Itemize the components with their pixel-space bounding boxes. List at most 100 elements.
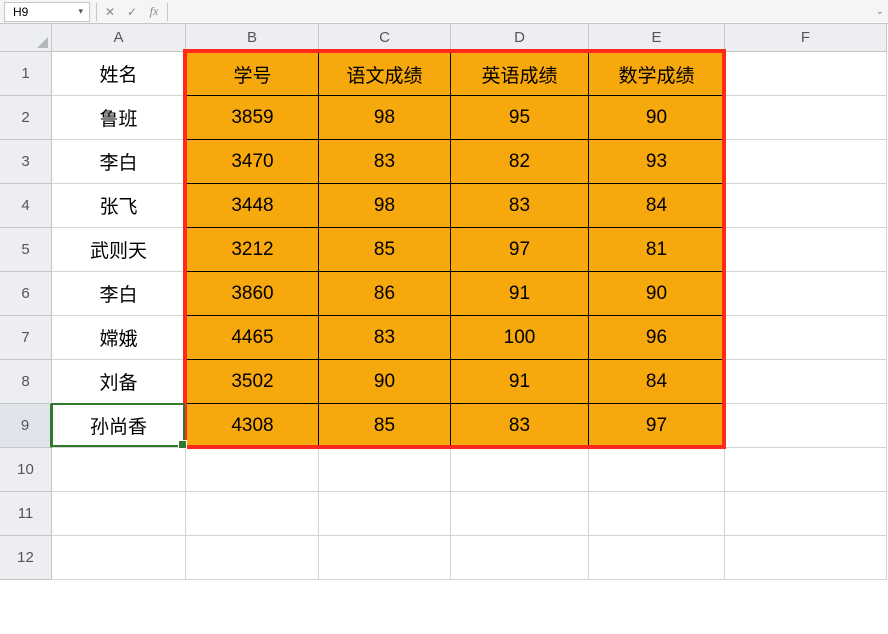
cell[interactable]: 95 xyxy=(451,96,589,140)
row-header[interactable]: 11 xyxy=(0,492,52,536)
row-header[interactable]: 7 xyxy=(0,316,52,360)
cell[interactable] xyxy=(52,448,186,492)
cell[interactable]: 刘备 xyxy=(52,360,186,404)
cell[interactable]: 96 xyxy=(589,316,725,360)
column-header[interactable]: C xyxy=(319,24,451,52)
cell-reference-input[interactable] xyxy=(11,4,61,20)
row-header[interactable]: 2 xyxy=(0,96,52,140)
cell[interactable] xyxy=(589,448,725,492)
cell-grid[interactable]: 姓名学号语文成绩英语成绩数学成绩鲁班3859989590李白3470838293… xyxy=(52,52,887,580)
cell[interactable]: 85 xyxy=(319,404,451,448)
cell[interactable]: 嫦娥 xyxy=(52,316,186,360)
column-header[interactable]: A xyxy=(52,24,186,52)
column-header[interactable]: F xyxy=(725,24,887,52)
cell[interactable]: 86 xyxy=(319,272,451,316)
cell[interactable] xyxy=(52,536,186,580)
cell[interactable]: 100 xyxy=(451,316,589,360)
row-header[interactable]: 4 xyxy=(0,184,52,228)
cell[interactable]: 学号 xyxy=(186,52,319,96)
cell[interactable] xyxy=(725,448,887,492)
cell[interactable] xyxy=(186,536,319,580)
cell[interactable] xyxy=(589,536,725,580)
row-header[interactable]: 10 xyxy=(0,448,52,492)
cell[interactable]: 语文成绩 xyxy=(319,52,451,96)
cell[interactable]: 98 xyxy=(319,96,451,140)
cell[interactable]: 90 xyxy=(319,360,451,404)
cell[interactable]: 3502 xyxy=(186,360,319,404)
cell[interactable]: 3470 xyxy=(186,140,319,184)
cell[interactable]: 84 xyxy=(589,360,725,404)
cell[interactable]: 90 xyxy=(589,272,725,316)
cell[interactable]: 83 xyxy=(451,184,589,228)
cell[interactable]: 83 xyxy=(319,316,451,360)
cell[interactable]: 武则天 xyxy=(52,228,186,272)
row-header[interactable]: 3 xyxy=(0,140,52,184)
fx-icon[interactable]: fx xyxy=(143,2,165,22)
cell[interactable] xyxy=(589,492,725,536)
row-header[interactable]: 1 xyxy=(0,52,52,96)
column-header[interactable]: E xyxy=(589,24,725,52)
cell[interactable] xyxy=(725,316,887,360)
cell[interactable]: 97 xyxy=(589,404,725,448)
cell[interactable] xyxy=(52,492,186,536)
cell[interactable] xyxy=(451,492,589,536)
cell[interactable]: 姓名 xyxy=(52,52,186,96)
cell[interactable]: 4465 xyxy=(186,316,319,360)
column-header[interactable]: D xyxy=(451,24,589,52)
cell[interactable]: 鲁班 xyxy=(52,96,186,140)
formula-input[interactable] xyxy=(170,2,872,22)
cell[interactable]: 英语成绩 xyxy=(451,52,589,96)
cell[interactable] xyxy=(725,404,887,448)
cell[interactable] xyxy=(451,536,589,580)
cell[interactable] xyxy=(451,448,589,492)
row-header[interactable]: 9 xyxy=(0,404,52,448)
cell[interactable] xyxy=(725,272,887,316)
cell[interactable] xyxy=(186,448,319,492)
cell[interactable]: 李白 xyxy=(52,272,186,316)
cell[interactable]: 83 xyxy=(319,140,451,184)
row-header[interactable]: 6 xyxy=(0,272,52,316)
column-header[interactable]: B xyxy=(186,24,319,52)
cell[interactable]: 98 xyxy=(319,184,451,228)
cell[interactable]: 3212 xyxy=(186,228,319,272)
cell[interactable] xyxy=(725,360,887,404)
cell[interactable] xyxy=(725,96,887,140)
cell[interactable]: 4308 xyxy=(186,404,319,448)
cell[interactable] xyxy=(725,536,887,580)
cell[interactable] xyxy=(725,140,887,184)
formula-bar-expand-icon[interactable]: ⌄ xyxy=(872,6,888,17)
cell[interactable]: 3859 xyxy=(186,96,319,140)
cell[interactable]: 81 xyxy=(589,228,725,272)
cell[interactable] xyxy=(725,228,887,272)
cell[interactable] xyxy=(319,448,451,492)
cancel-icon[interactable]: ✕ xyxy=(99,2,121,22)
cell[interactable]: 97 xyxy=(451,228,589,272)
cell[interactable]: 李白 xyxy=(52,140,186,184)
cell[interactable]: 90 xyxy=(589,96,725,140)
cell[interactable] xyxy=(725,492,887,536)
cell[interactable]: 孙尚香 xyxy=(52,404,186,448)
name-box-dropdown-icon[interactable]: ▾ xyxy=(78,6,83,17)
cell[interactable]: 3448 xyxy=(186,184,319,228)
cell[interactable] xyxy=(319,492,451,536)
row-header[interactable]: 8 xyxy=(0,360,52,404)
cell[interactable]: 82 xyxy=(451,140,589,184)
cell[interactable]: 93 xyxy=(589,140,725,184)
confirm-icon[interactable]: ✓ xyxy=(121,2,143,22)
row-header[interactable]: 5 xyxy=(0,228,52,272)
cell[interactable] xyxy=(725,52,887,96)
cell[interactable] xyxy=(319,536,451,580)
cell[interactable]: 85 xyxy=(319,228,451,272)
cell[interactable] xyxy=(186,492,319,536)
cell[interactable]: 83 xyxy=(451,404,589,448)
cell[interactable] xyxy=(725,184,887,228)
row-header[interactable]: 12 xyxy=(0,536,52,580)
name-box[interactable]: ▾ xyxy=(4,2,90,22)
cell[interactable]: 张飞 xyxy=(52,184,186,228)
cell[interactable]: 数学成绩 xyxy=(589,52,725,96)
cell[interactable]: 3860 xyxy=(186,272,319,316)
cell[interactable]: 84 xyxy=(589,184,725,228)
select-all-triangle[interactable] xyxy=(0,24,52,52)
cell[interactable]: 91 xyxy=(451,272,589,316)
cell[interactable]: 91 xyxy=(451,360,589,404)
